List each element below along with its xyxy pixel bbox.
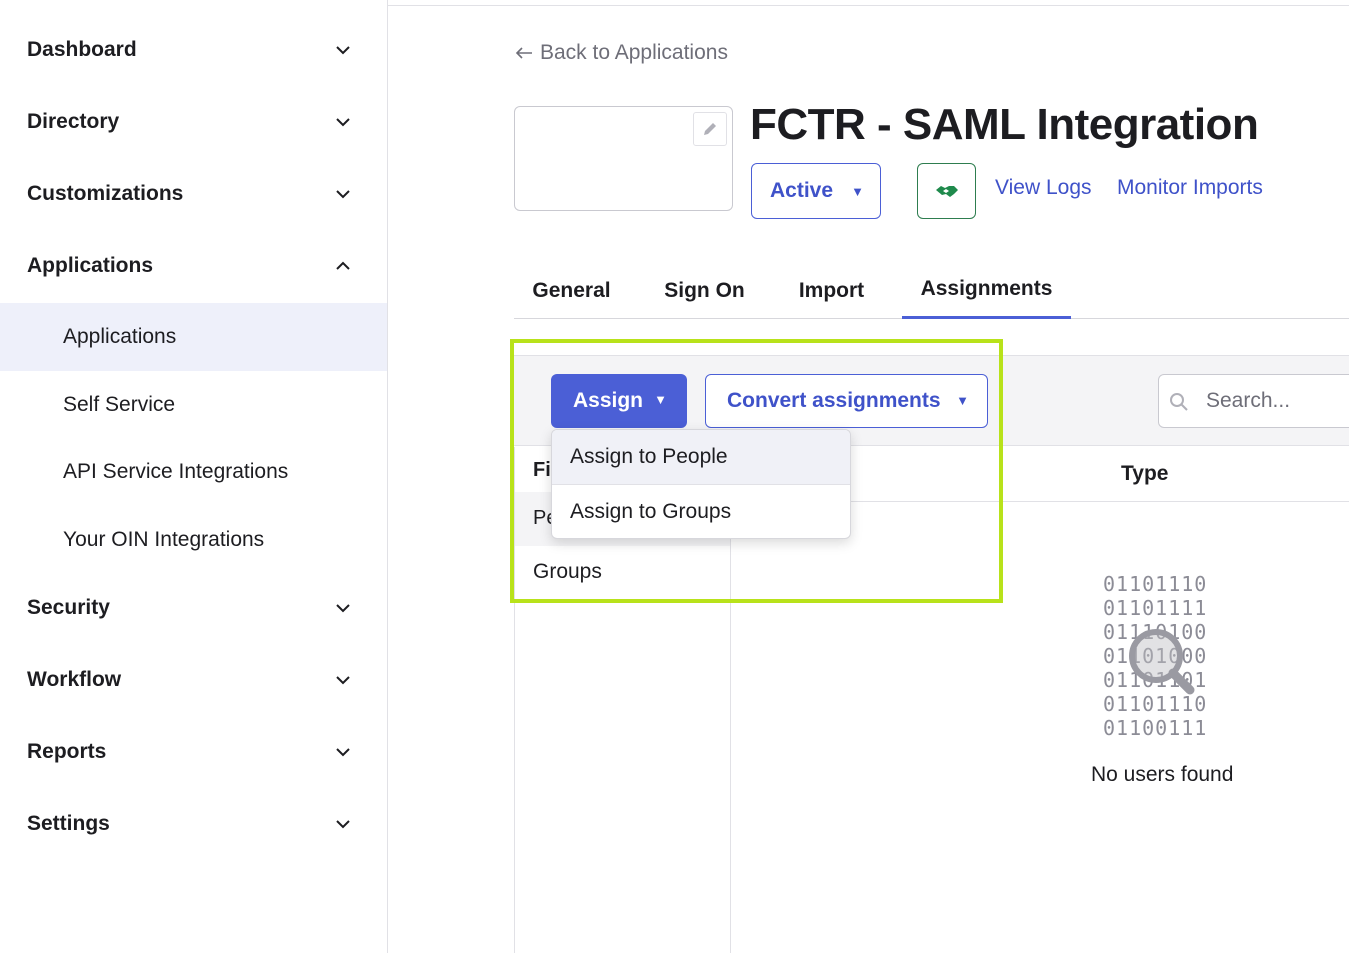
binary-line: 01100111 bbox=[1103, 716, 1208, 740]
edit-logo-button[interactable] bbox=[693, 112, 727, 146]
sidebar-subitem-your-oin-integrations[interactable]: Your OIN Integrations bbox=[0, 506, 387, 574]
tab-general[interactable]: General bbox=[514, 262, 629, 319]
tab-assignments[interactable]: Assignments bbox=[902, 262, 1071, 319]
sidebar-subitem-label: Your OIN Integrations bbox=[63, 528, 265, 551]
convert-assignments-button[interactable]: Convert assignments ▼ bbox=[705, 374, 988, 428]
sidebar-item-label: Directory bbox=[27, 110, 120, 133]
sidebar-subitem-label: API Service Integrations bbox=[63, 460, 289, 483]
sidebar-subitem-self-service[interactable]: Self Service bbox=[0, 371, 387, 439]
sidebar-subitem-applications[interactable]: Applications bbox=[0, 303, 387, 371]
handshake-icon bbox=[935, 186, 958, 197]
assign-button-label: Assign bbox=[573, 389, 644, 412]
search-field[interactable] bbox=[1158, 374, 1349, 428]
chevron-down-icon bbox=[336, 748, 350, 757]
convert-button-label: Convert assignments bbox=[727, 389, 941, 412]
caret-down-icon: ▼ bbox=[956, 393, 969, 408]
assign-dropdown-menu: Assign to People Assign to Groups bbox=[551, 429, 851, 539]
chevron-down-icon bbox=[336, 118, 350, 127]
sidebar-item-security[interactable]: Security bbox=[0, 580, 387, 636]
sidebar-subitem-api-service-integrations[interactable]: API Service Integrations bbox=[0, 438, 387, 506]
filter-groups[interactable]: Groups bbox=[533, 560, 602, 584]
empty-state-text: No users found bbox=[1091, 763, 1234, 786]
chevron-down-icon bbox=[336, 190, 350, 199]
sidebar-item-directory[interactable]: Directory bbox=[0, 94, 387, 150]
column-header-type: Type bbox=[1121, 462, 1169, 485]
status-label: Active bbox=[770, 179, 834, 202]
sidebar-item-label: Workflow bbox=[27, 668, 122, 691]
sidebar: Dashboard Directory Customizations Appli… bbox=[0, 0, 388, 953]
sidebar-item-customizations[interactable]: Customizations bbox=[0, 166, 387, 222]
sidebar-subitem-label: Self Service bbox=[63, 393, 176, 416]
sidebar-item-label: Settings bbox=[27, 812, 110, 835]
chevron-up-icon bbox=[336, 261, 350, 270]
arrow-left-icon bbox=[515, 47, 532, 59]
view-logs-link[interactable]: View Logs bbox=[995, 176, 1092, 200]
chevron-down-icon bbox=[336, 604, 350, 613]
chevron-down-icon bbox=[336, 46, 350, 55]
sidebar-item-dashboard[interactable]: Dashboard bbox=[0, 22, 387, 78]
sidebar-item-label: Dashboard bbox=[27, 38, 137, 61]
app-status-dropdown[interactable]: Active ▼ bbox=[751, 163, 881, 219]
app-title: FCTR - SAML Integration bbox=[750, 100, 1259, 149]
tab-sign-on[interactable]: Sign On bbox=[647, 262, 762, 319]
chevron-down-icon bbox=[336, 676, 350, 685]
top-divider bbox=[388, 5, 1349, 6]
binary-line: 01101111 bbox=[1103, 596, 1208, 620]
sidebar-item-label: Applications bbox=[27, 254, 154, 277]
assign-to-groups-option[interactable]: Assign to Groups bbox=[552, 485, 850, 538]
app-tabs: General Sign On Import Assignments bbox=[514, 262, 1349, 319]
push-groups-button[interactable] bbox=[917, 163, 976, 219]
caret-down-icon: ▼ bbox=[654, 392, 667, 407]
sidebar-item-reports[interactable]: Reports bbox=[0, 724, 387, 780]
assign-button[interactable]: Assign ▼ bbox=[551, 374, 687, 428]
back-link-label: Back to Applications bbox=[540, 41, 728, 64]
sidebar-subitem-label: Applications bbox=[63, 325, 177, 348]
tab-import[interactable]: Import bbox=[780, 262, 883, 319]
caret-down-icon: ▼ bbox=[851, 184, 864, 199]
pencil-icon bbox=[704, 123, 716, 135]
monitor-imports-link[interactable]: Monitor Imports bbox=[1117, 176, 1263, 200]
sidebar-item-settings[interactable]: Settings bbox=[0, 796, 387, 852]
assign-to-people-option[interactable]: Assign to People bbox=[552, 430, 850, 484]
sidebar-item-label: Reports bbox=[27, 740, 107, 763]
app-logo-placeholder bbox=[514, 106, 733, 211]
sidebar-item-applications[interactable]: Applications bbox=[0, 238, 387, 294]
back-to-applications-link[interactable]: Back to Applications bbox=[514, 39, 728, 67]
sidebar-item-workflow[interactable]: Workflow bbox=[0, 652, 387, 708]
magnifier-icon bbox=[1129, 629, 1195, 695]
binary-line: 01101110 bbox=[1103, 572, 1208, 596]
sidebar-item-label: Security bbox=[27, 596, 110, 619]
search-input[interactable] bbox=[1206, 385, 1349, 417]
chevron-down-icon bbox=[336, 820, 350, 829]
search-icon bbox=[1170, 393, 1188, 411]
sidebar-item-label: Customizations bbox=[27, 182, 184, 205]
